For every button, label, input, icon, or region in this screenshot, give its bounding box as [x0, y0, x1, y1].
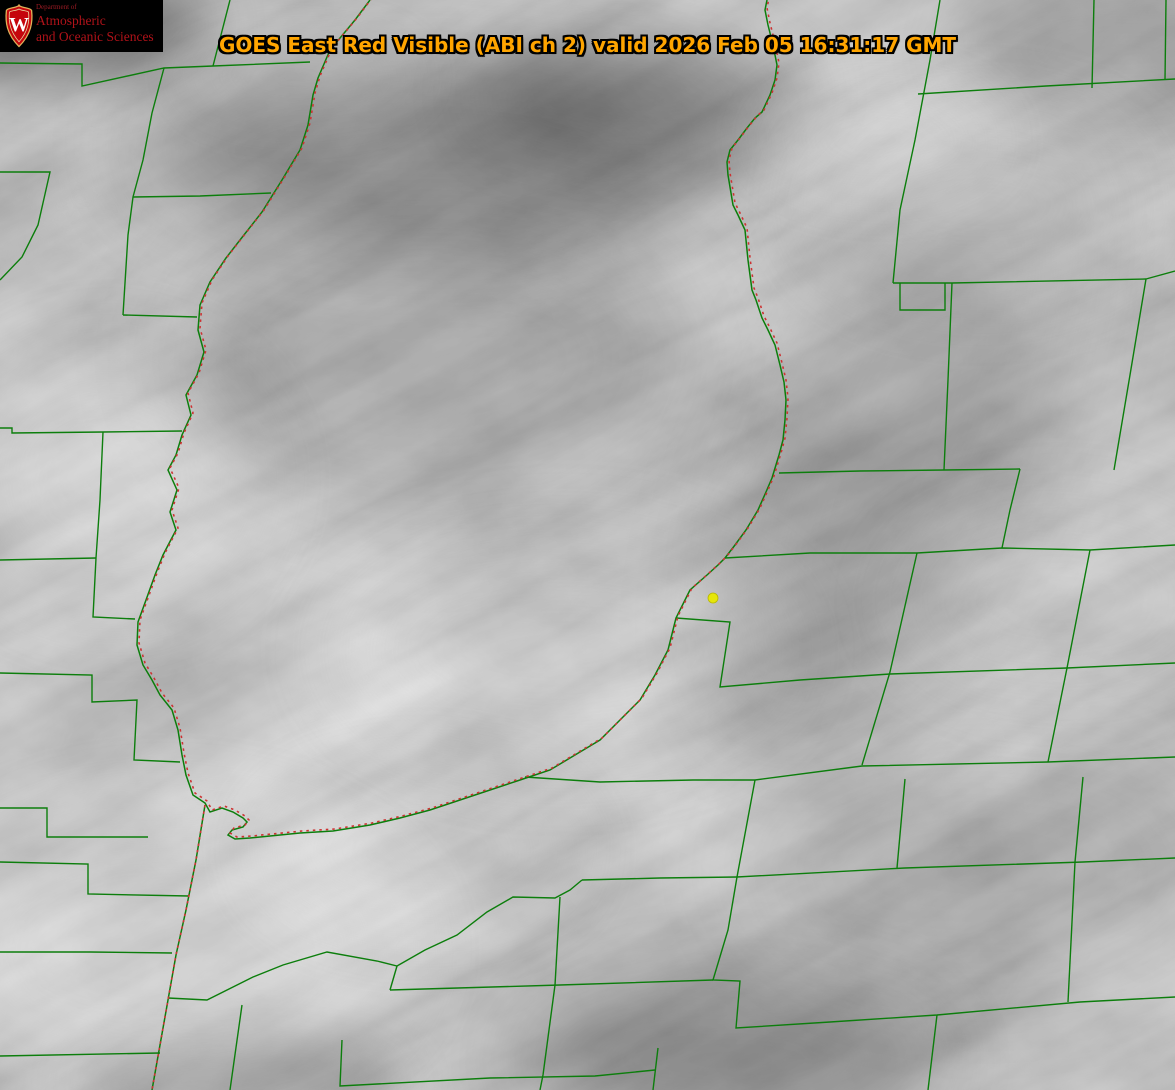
uw-crest-icon: W: [5, 4, 33, 48]
logo-department-line: Department of: [36, 3, 77, 11]
station-marker-dot: [707, 592, 719, 604]
satellite-map: [0, 0, 1175, 1090]
satellite-image-viewer: W Department of Atmospheric and Oceanic …: [0, 0, 1175, 1090]
logo-text-block: Department of Atmospheric and Oceanic Sc…: [36, 0, 154, 44]
logo-name-line1: Atmospheric: [36, 13, 106, 28]
uw-aos-logo: W Department of Atmospheric and Oceanic …: [0, 0, 163, 52]
crest-letter: W: [9, 14, 29, 36]
county-boundary-line: [1164, 0, 1167, 81]
logo-name-line2: and Oceanic Sciences: [36, 28, 154, 44]
